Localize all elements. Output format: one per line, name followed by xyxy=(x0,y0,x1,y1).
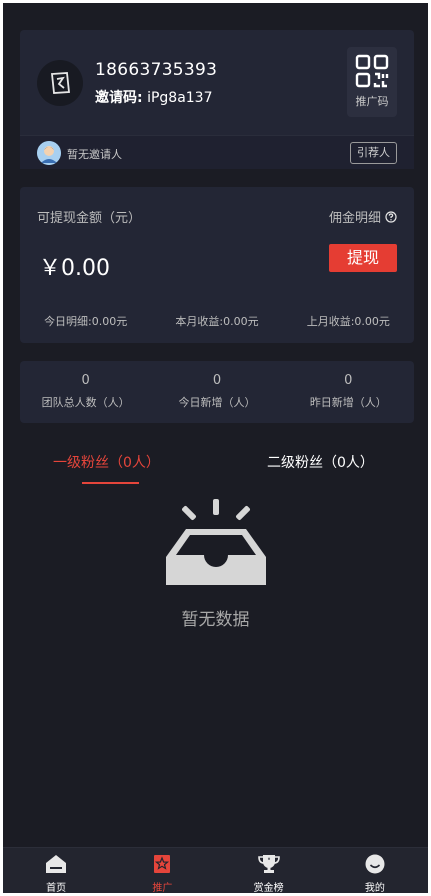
withdrawable-title: 可提现金额（元） xyxy=(37,211,142,226)
tabbar-promote-label: 推广 xyxy=(152,883,173,893)
fans-tabs: 一级粉丝（0人） 二级粉丝（0人） xyxy=(3,452,428,492)
tabbar-bounty-label: 赏金榜 xyxy=(253,883,284,893)
trophy-icon xyxy=(257,855,280,873)
tabbar-home[interactable]: 首页 xyxy=(16,848,96,893)
avatar-logo-icon xyxy=(51,72,70,94)
month-earnings: 本月收益:0.00元 xyxy=(175,315,259,328)
user-phone: 18663735393 xyxy=(95,60,218,80)
tabbar-mine-label: 我的 xyxy=(364,883,385,893)
withdraw-button[interactable]: 提现 xyxy=(329,244,397,272)
tabbar-home-label: 首页 xyxy=(46,883,67,893)
team-stats-card: 0 团队总人数（人） 0 今日新增（人） 0 昨日新增（人） xyxy=(20,361,414,423)
referrer-bar: 暂无邀请人 引荐人 xyxy=(20,135,414,169)
today-detail: 今日明细:0.00元 xyxy=(44,315,128,328)
team-yesterday-label: 昨日新增（人） xyxy=(309,396,387,409)
team-yesterday-new: 0 昨日新增（人） xyxy=(283,361,413,423)
team-yesterday-value: 0 xyxy=(344,373,353,388)
user-avatar[interactable] xyxy=(37,60,83,106)
invite-code-row: 邀请码: iPg8a137 xyxy=(95,87,213,107)
empty-box-icon xyxy=(165,499,266,585)
last-month-earnings: 上月收益:0.00元 xyxy=(306,315,390,328)
promote-icon xyxy=(154,855,171,873)
team-total-label: 团队总人数（人） xyxy=(41,396,130,409)
tabbar-promote[interactable]: 推广 xyxy=(122,848,202,893)
team-total-value: 0 xyxy=(81,373,90,388)
app-frame: 18663735393 邀请码: iPg8a137 推广码 暂无邀请人 引荐人 … xyxy=(3,3,428,893)
empty-state: 暂无数据 xyxy=(3,497,428,630)
tab-second-level-fans[interactable]: 二级粉丝（0人） xyxy=(267,452,374,472)
balance-card: 可提现金额（元） 佣金明细 ￥0.00 提现 今日明细:0.00元 本月收益:0… xyxy=(20,187,414,343)
invite-code-label: 邀请码: xyxy=(95,90,143,106)
earnings-stats: 今日明细:0.00元 本月收益:0.00元 上月收益:0.00元 xyxy=(20,313,414,329)
tabbar-mine[interactable]: 我的 xyxy=(335,848,415,893)
home-icon xyxy=(46,855,67,873)
commission-detail-label: 佣金明细 xyxy=(328,211,381,226)
referrer-text: 暂无邀请人 xyxy=(67,148,122,161)
profile-icon xyxy=(365,854,385,874)
bottom-tabbar: 首页 推广 赏金榜 我的 xyxy=(3,847,428,893)
invite-code-value: iPg8a137 xyxy=(147,90,213,106)
referrer-avatar-icon xyxy=(37,141,61,165)
balance-amount: ￥0.00 xyxy=(39,256,110,281)
team-today-new: 0 今日新增（人） xyxy=(152,361,282,423)
active-tab-indicator xyxy=(82,482,139,484)
tab-first-level-fans[interactable]: 一级粉丝（0人） xyxy=(53,452,160,472)
commission-detail-link[interactable]: 佣金明细 xyxy=(329,207,397,226)
profile-card: 18663735393 邀请码: iPg8a137 推广码 暂无邀请人 引荐人 xyxy=(20,30,414,169)
team-total: 0 团队总人数（人） xyxy=(21,361,151,423)
tabbar-bounty[interactable]: 赏金榜 xyxy=(229,848,309,893)
qr-label: 推广码 xyxy=(355,95,389,108)
qr-code-icon xyxy=(355,54,389,88)
promo-qr-button[interactable]: 推广码 xyxy=(347,47,397,117)
empty-text: 暂无数据 xyxy=(181,610,250,630)
referrer-button[interactable]: 引荐人 xyxy=(350,142,397,164)
help-icon xyxy=(385,210,397,223)
team-today-label: 今日新增（人） xyxy=(178,396,256,409)
team-today-value: 0 xyxy=(212,373,222,388)
